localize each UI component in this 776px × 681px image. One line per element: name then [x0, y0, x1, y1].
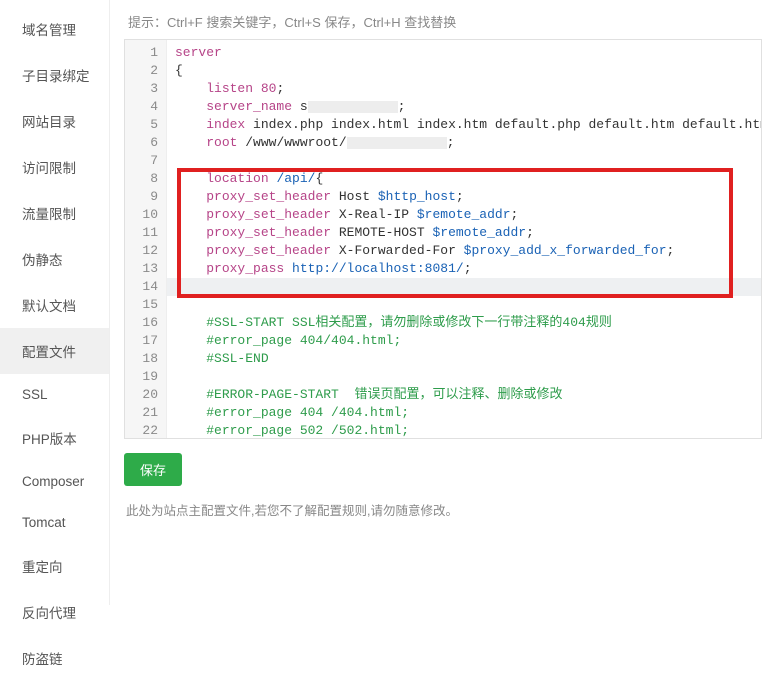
code-line-13[interactable]: proxy_pass http://localhost:8081/;: [175, 260, 761, 278]
sidebar-item-14[interactable]: 防盗链: [0, 635, 109, 681]
sidebar-item-5[interactable]: 伪静态: [0, 236, 109, 282]
sidebar-item-6[interactable]: 默认文档: [0, 282, 109, 328]
code-line-16[interactable]: #SSL-START SSL相关配置，请勿删除或修改下一行带注释的404规则: [175, 314, 761, 332]
code-line-12[interactable]: proxy_set_header X-Forwarded-For $proxy_…: [175, 242, 761, 260]
code-line-7[interactable]: [175, 152, 761, 170]
sidebar-item-7[interactable]: 配置文件: [0, 328, 109, 374]
sidebar-item-0[interactable]: 域名管理: [0, 6, 109, 52]
sidebar-item-9[interactable]: PHP版本: [0, 415, 109, 461]
code-line-14[interactable]: }: [175, 278, 761, 296]
code-line-2[interactable]: {: [175, 62, 761, 80]
sidebar-item-11[interactable]: Tomcat: [0, 502, 109, 543]
code-line-20[interactable]: #ERROR-PAGE-START 错误页配置，可以注释、删除或修改: [175, 386, 761, 404]
code-line-17[interactable]: #error_page 404/404.html;: [175, 332, 761, 350]
editor-code[interactable]: server{ listen 80; server_name s; index …: [167, 40, 761, 438]
code-line-15[interactable]: [175, 296, 761, 314]
config-editor[interactable]: 12345678910111213141516171819202122 serv…: [124, 39, 762, 439]
save-button[interactable]: 保存: [124, 453, 182, 486]
code-line-4[interactable]: server_name s;: [175, 98, 761, 116]
sidebar-item-13[interactable]: 反向代理: [0, 589, 109, 635]
sidebar-item-3[interactable]: 访问限制: [0, 144, 109, 190]
code-line-19[interactable]: [175, 368, 761, 386]
sidebar-item-4[interactable]: 流量限制: [0, 190, 109, 236]
code-line-9[interactable]: proxy_set_header Host $http_host;: [175, 188, 761, 206]
code-line-3[interactable]: listen 80;: [175, 80, 761, 98]
code-line-22[interactable]: #error_page 502 /502.html;: [175, 422, 761, 438]
code-line-11[interactable]: proxy_set_header REMOTE-HOST $remote_add…: [175, 224, 761, 242]
code-line-6[interactable]: root /www/wwwroot/;: [175, 134, 761, 152]
sidebar-item-1[interactable]: 子目录绑定: [0, 52, 109, 98]
code-line-18[interactable]: #SSL-END: [175, 350, 761, 368]
code-line-1[interactable]: server: [175, 44, 761, 62]
main-panel: 提示：Ctrl+F 搜索关键字，Ctrl+S 保存，Ctrl+H 查找替换 12…: [110, 0, 776, 605]
footer-note: 此处为站点主配置文件,若您不了解配置规则,请勿随意修改。: [124, 486, 762, 519]
sidebar-item-10[interactable]: Composer: [0, 461, 109, 502]
code-line-8[interactable]: location /api/{: [175, 170, 761, 188]
code-line-5[interactable]: index index.php index.html index.htm def…: [175, 116, 761, 134]
code-line-21[interactable]: #error_page 404 /404.html;: [175, 404, 761, 422]
hint-text: 提示：Ctrl+F 搜索关键字，Ctrl+S 保存，Ctrl+H 查找替换: [124, 8, 762, 39]
sidebar-item-2[interactable]: 网站目录: [0, 98, 109, 144]
editor-gutter: 12345678910111213141516171819202122: [125, 40, 167, 438]
sidebar-item-8[interactable]: SSL: [0, 374, 109, 415]
sidebar-item-12[interactable]: 重定向: [0, 543, 109, 589]
code-line-10[interactable]: proxy_set_header X-Real-IP $remote_addr;: [175, 206, 761, 224]
sidebar: 域名管理子目录绑定网站目录访问限制流量限制伪静态默认文档配置文件SSLPHP版本…: [0, 0, 110, 605]
